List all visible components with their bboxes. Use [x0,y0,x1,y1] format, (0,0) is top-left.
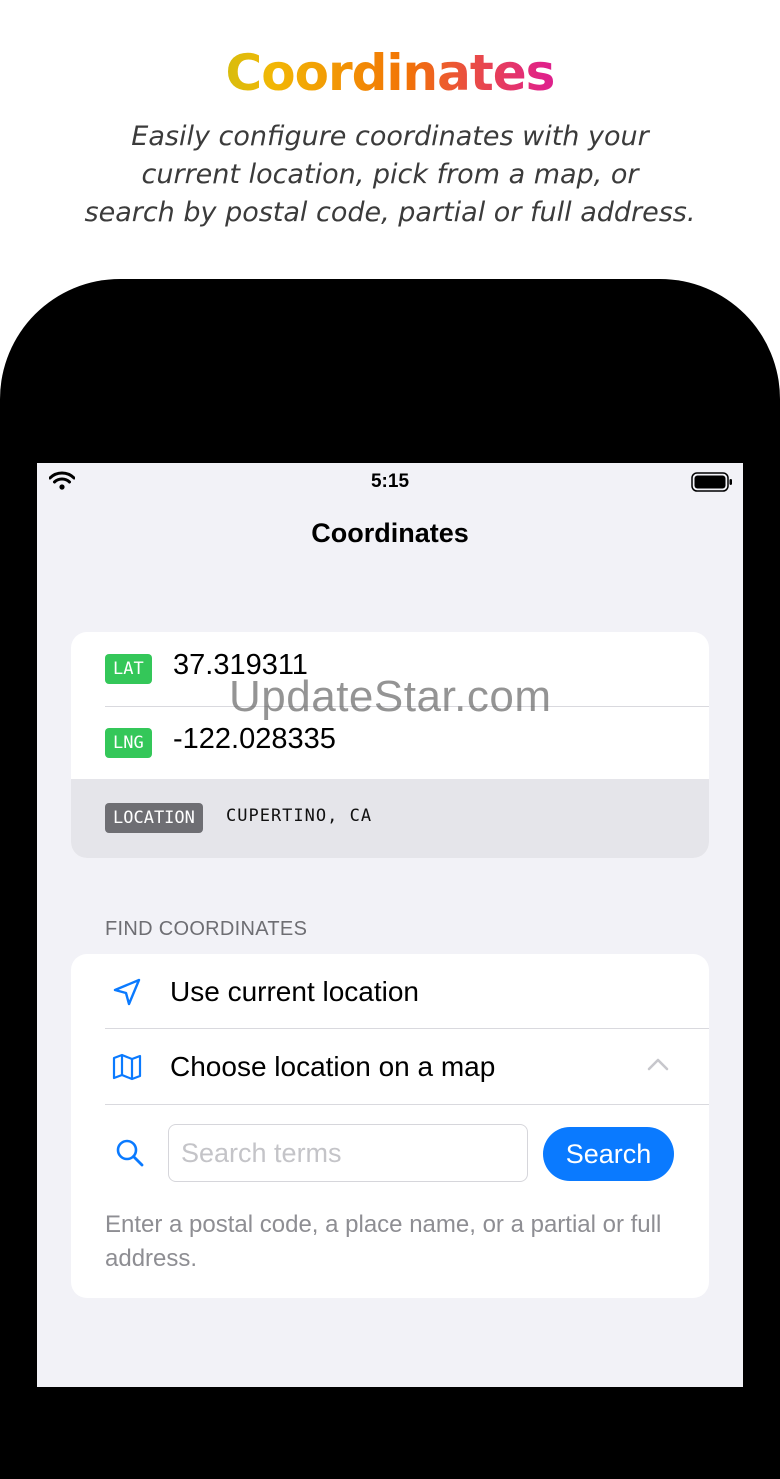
row-divider [105,1104,709,1105]
location-arrow-icon [111,976,143,1008]
lng-tag: LNG [105,728,152,758]
location-row: LOCATION CUPERTINO, CA [71,779,709,858]
lat-tag: LAT [105,654,152,684]
search-input[interactable] [168,1124,528,1182]
search-button[interactable]: Search [543,1127,674,1181]
use-current-location-row[interactable]: Use current location [71,954,709,1029]
search-hint: Enter a postal code, a place name, or a … [105,1211,662,1272]
app-screen: 5:15 Coordinates LAT 37.319311 LNG -122.… [37,463,743,1387]
use-current-location-label: Use current location [170,976,420,1007]
choose-location-on-map-label: Choose location on a map [170,1051,496,1082]
find-coordinates-card: Use current location Choose location on … [71,954,709,1298]
promo-subtitle: Easily configure coordinates with your c… [84,121,696,228]
coordinates-card: LAT 37.319311 LNG -122.028335 LOCATION C… [71,632,709,858]
location-value: CUPERTINO, CA [226,806,373,826]
map-icon [111,1051,143,1083]
longitude-value[interactable]: -122.028335 [173,723,336,756]
battery-icon [691,472,733,497]
status-bar: 5:15 [37,463,743,499]
chevron-up-icon[interactable] [647,1057,669,1076]
watermark: UpdateStar.com [229,672,552,721]
nav-title: Coordinates [311,518,469,548]
location-tag: LOCATION [105,803,203,833]
find-coordinates-header: FIND COORDINATES [105,918,308,940]
status-time: 5:15 [370,471,410,492]
search-icon [115,1138,145,1173]
choose-location-on-map-row[interactable]: Choose location on a map [71,1029,709,1104]
promo-title: Coordinates [0,44,780,102]
